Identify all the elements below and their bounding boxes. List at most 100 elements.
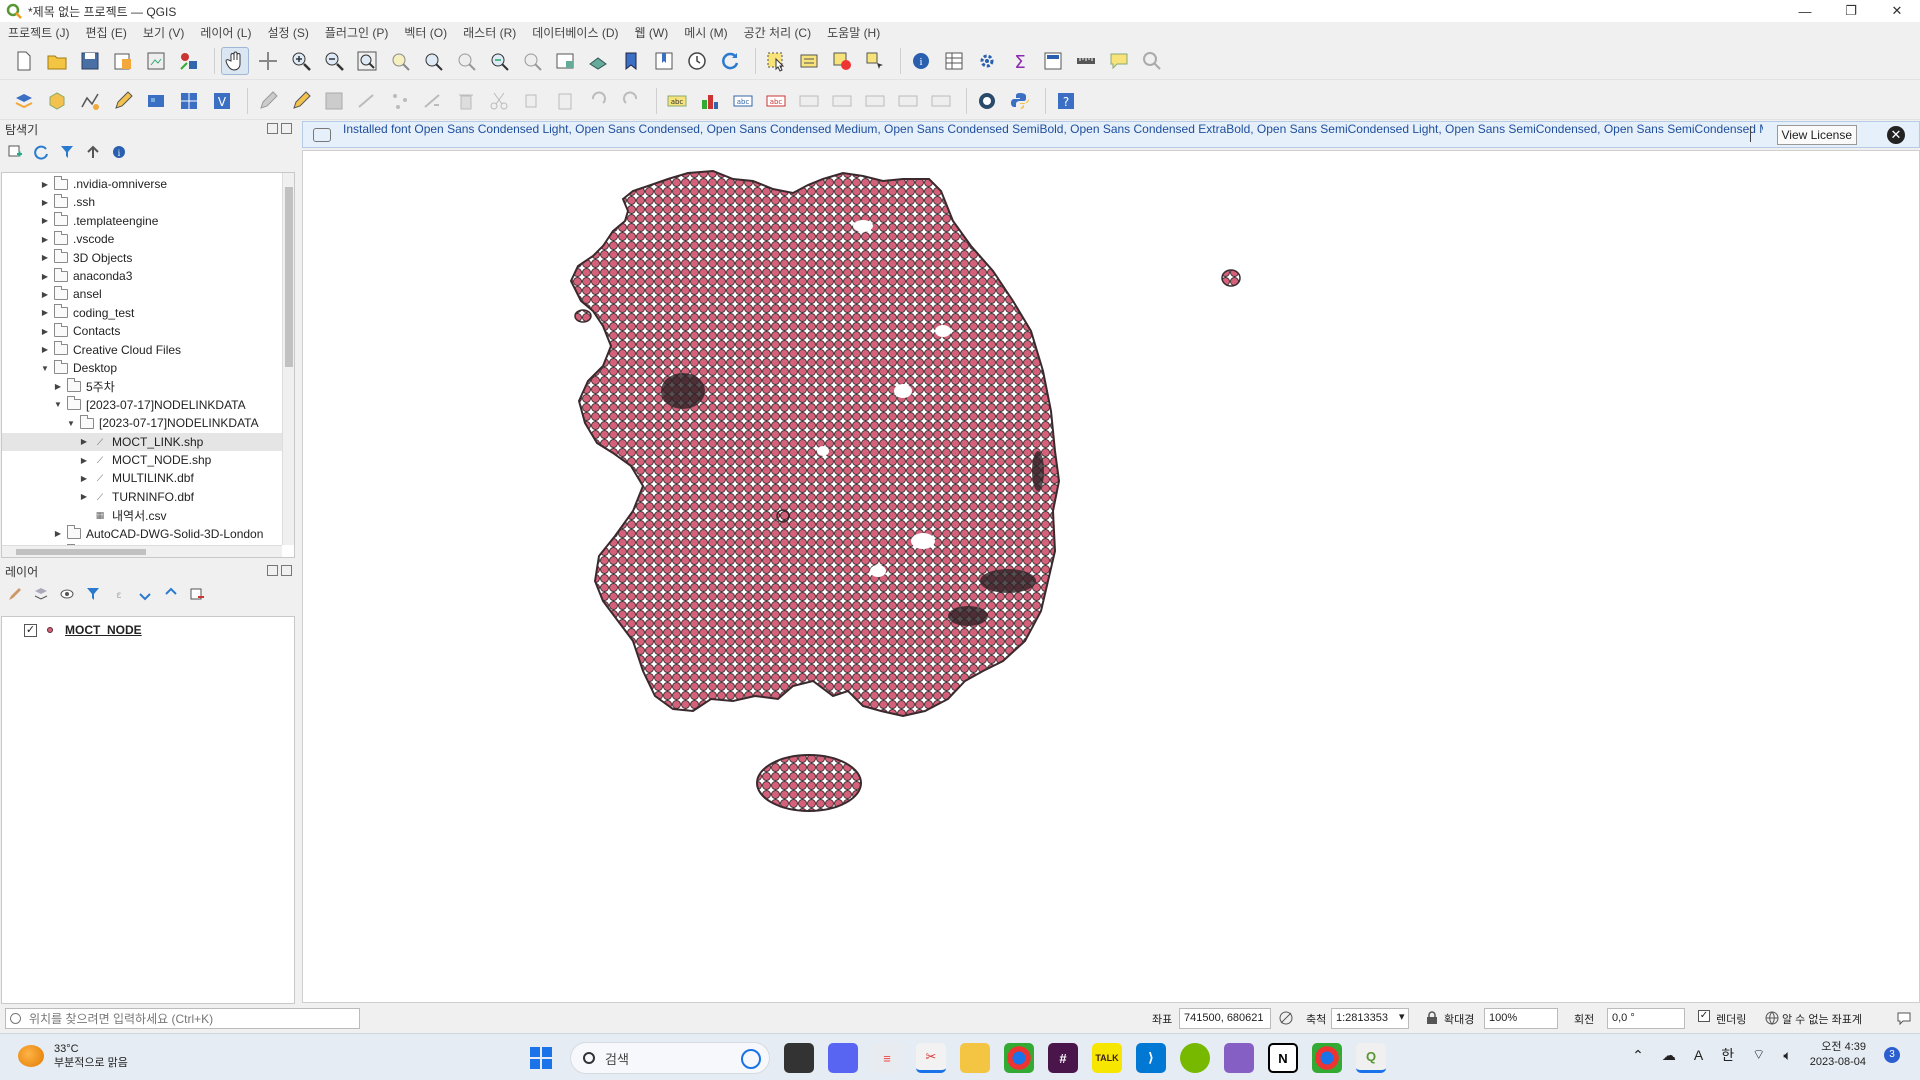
measure-button[interactable] (1072, 47, 1100, 75)
coordinate-field[interactable]: 741500, 680621 (1179, 1008, 1271, 1029)
copy-features-button[interactable] (518, 87, 546, 115)
data-source-manager-button[interactable] (10, 87, 38, 115)
layer-row[interactable]: ✓ MOCT_NODE (24, 623, 142, 637)
attribute-table-button[interactable] (940, 47, 968, 75)
notion-icon[interactable]: N (1268, 1043, 1298, 1073)
chevron-right-icon[interactable]: ▶ (53, 382, 63, 391)
python-console-button[interactable] (1006, 87, 1034, 115)
message-menu-icon[interactable] (1739, 126, 1751, 142)
chevron-right-icon[interactable]: ▶ (79, 474, 89, 483)
qgis-taskbar-icon[interactable]: Q (1356, 1043, 1386, 1073)
chevron-right-icon[interactable]: ▶ (79, 456, 89, 465)
chevron-right-icon[interactable]: ▶ (40, 198, 50, 207)
zoom-next-button[interactable] (518, 47, 546, 75)
menu-edit[interactable]: 편집 (E) (86, 24, 127, 41)
close-panel-button[interactable] (281, 565, 292, 576)
speaker-icon[interactable]: 🔈︎ (1783, 1047, 1791, 1064)
snipping-tool-icon[interactable]: ✂ (916, 1043, 946, 1073)
chevron-right-icon[interactable]: ▶ (79, 492, 89, 501)
menu-raster[interactable]: 래스터 (R) (463, 24, 516, 41)
expand-all-button[interactable] (136, 585, 154, 603)
temporal-controller-button[interactable] (683, 47, 711, 75)
browser-folder-item[interactable]: ▶ AutoCAD-DWG-Solid-3D-London (2, 525, 282, 543)
label-toolbar-button[interactable]: abc (663, 87, 691, 115)
add-mesh-button[interactable] (175, 87, 203, 115)
add-delimited-button[interactable] (109, 87, 137, 115)
move-label-button[interactable] (795, 87, 823, 115)
show-bookmarks-button[interactable] (650, 47, 678, 75)
vscode-icon[interactable]: ⟩ (1136, 1043, 1166, 1073)
new-3d-view-button[interactable] (584, 47, 612, 75)
plugin-globe-button[interactable] (973, 87, 1001, 115)
style-manager-button[interactable] (175, 47, 203, 75)
chevron-right-icon[interactable]: ▶ (53, 529, 63, 538)
identify-button[interactable]: i (907, 47, 935, 75)
chevron-right-icon[interactable]: ▶ (40, 345, 50, 354)
maximize-button[interactable]: ❐ (1828, 0, 1874, 22)
minimize-button[interactable]: — (1782, 0, 1828, 22)
filter-legend-button[interactable] (84, 585, 102, 603)
delete-selected-button[interactable] (452, 87, 480, 115)
remove-layer-button[interactable] (188, 585, 206, 603)
float-panel-button[interactable] (267, 565, 278, 576)
layout-open-button[interactable] (142, 47, 170, 75)
close-panel-button[interactable] (281, 123, 292, 134)
clock[interactable]: 오전 4:39 2023-08-04 (1810, 1040, 1866, 1070)
chevron-right-icon[interactable]: ▶ (40, 272, 50, 281)
visual-studio-icon[interactable] (1224, 1043, 1254, 1073)
locate-button[interactable] (1138, 47, 1166, 75)
manage-map-themes-button[interactable] (58, 585, 76, 603)
float-panel-button[interactable] (267, 123, 278, 134)
chevron-down-icon[interactable]: ▼ (53, 400, 63, 409)
browser-file-item[interactable]: ▶ ⟋ TURNINFO.dbf (2, 488, 282, 506)
properties-button[interactable]: i (110, 143, 128, 161)
menu-project[interactable]: 프로젝트 (J) (8, 24, 70, 41)
browser-folder-item[interactable]: ▶ Creative Cloud Files (2, 341, 282, 359)
font-icon[interactable]: A (1694, 1047, 1703, 1063)
menu-plugins[interactable]: 플러그인 (P) (325, 24, 389, 41)
open-project-button[interactable] (43, 47, 71, 75)
menu-settings[interactable]: 설정 (S) (267, 24, 308, 41)
file-explorer-icon[interactable] (960, 1043, 990, 1073)
browser-folder-item[interactable]: ▶ coding_test (2, 304, 282, 322)
label-properties-button[interactable] (927, 87, 955, 115)
browser-vertical-scrollbar[interactable] (282, 173, 294, 545)
vertex-tool-button[interactable] (386, 87, 414, 115)
menu-web[interactable]: 웹 (W) (635, 24, 669, 41)
close-window-button[interactable]: ✕ (1874, 0, 1920, 22)
new-geopackage-button[interactable] (43, 87, 71, 115)
layout-manager-button[interactable] (109, 47, 137, 75)
browser-folder-item[interactable]: ▼ [2023-07-17]NODELINKDATA (2, 396, 282, 414)
message-close-icon[interactable]: ✕ (1887, 126, 1905, 144)
chevron-right-icon[interactable]: ▶ (40, 327, 50, 336)
magnifier-spinbox[interactable]: 100% (1484, 1008, 1558, 1029)
crs-label[interactable]: 알 수 없는 좌표계 (1782, 1011, 1862, 1027)
collapse-all-button[interactable] (84, 143, 102, 161)
view-license-button[interactable]: View License (1776, 125, 1857, 145)
cut-features-button[interactable] (485, 87, 513, 115)
chevron-down-icon[interactable]: ▼ (40, 364, 50, 373)
zoom-selection-button[interactable] (386, 47, 414, 75)
zoom-native-button[interactable] (452, 47, 480, 75)
browser-horizontal-scrollbar[interactable] (2, 545, 282, 557)
deselect-button[interactable] (828, 47, 856, 75)
select-by-value-button[interactable] (795, 47, 823, 75)
browser-file-item[interactable]: ▦ 내역서.csv (2, 506, 282, 524)
bookmark-button[interactable] (617, 47, 645, 75)
widget-app-icon[interactable]: ≡ (872, 1043, 902, 1073)
messages-icon[interactable] (1896, 1010, 1912, 1026)
toggle-extents-icon[interactable] (1278, 1010, 1294, 1026)
zoom-full-button[interactable] (353, 47, 381, 75)
wifi-icon[interactable]: ⌔ (1752, 1046, 1765, 1064)
browser-folder-item[interactable]: ▶ ansel (2, 285, 282, 303)
rotation-spinbox[interactable]: 0,0 ° (1607, 1008, 1685, 1029)
select-features-button[interactable] (762, 47, 790, 75)
layer-visibility-checkbox[interactable]: ✓ (24, 623, 37, 637)
chevron-right-icon[interactable]: ▶ (40, 308, 50, 317)
chevron-right-icon[interactable]: ▶ (40, 216, 50, 225)
pan-map-button[interactable] (221, 46, 249, 75)
processing-toolbox-button[interactable] (973, 47, 1001, 75)
current-edits-button[interactable] (254, 87, 282, 115)
pan-to-selection-button[interactable] (254, 47, 282, 75)
browser-folder-item[interactable]: ▶ 5주차 (2, 377, 282, 395)
